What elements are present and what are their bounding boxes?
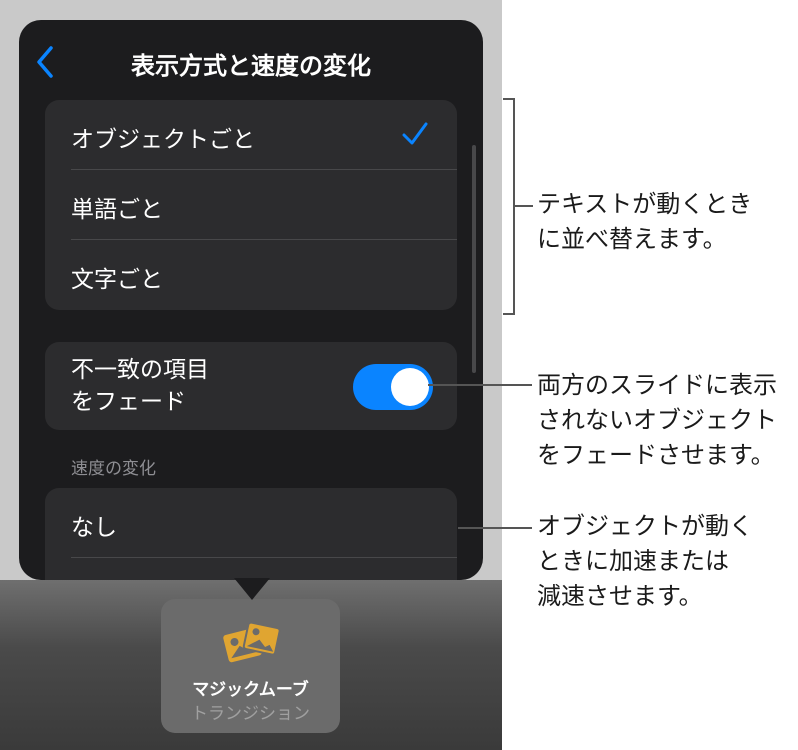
bracket-top [503, 98, 515, 100]
transitions-panel: マジックムーブ トランジション [0, 580, 502, 750]
option-label: なし [71, 515, 117, 541]
callout-speed: オブジェクトが動く ときに加速または 減速させます。 [537, 509, 753, 614]
photos-icon [223, 621, 281, 663]
callout-line: に並べ替えます。 [537, 225, 727, 253]
tile-category: トランジション [191, 704, 310, 724]
option-by-object[interactable]: オブジェクトごと [45, 100, 457, 170]
callout-fade: 両方のスライドに表示 されないオブジェクト をフェードさせます。 [537, 368, 777, 473]
transition-tile-magic-move[interactable]: マジックムーブ トランジション [161, 599, 340, 733]
callout-line: テキストが動くとき [537, 190, 753, 218]
tile-name: マジックムーブ [192, 680, 309, 700]
speed-option-none[interactable]: なし [45, 488, 457, 558]
speed-leader [458, 527, 532, 529]
callout-line: をフェードさせます。 [537, 441, 775, 469]
page-title: 表示方式と速度の変化 [131, 52, 371, 80]
option-label: 単語ごと [71, 197, 163, 223]
speed-options-group: なし [45, 488, 457, 580]
callout-line: オブジェクトが動く [537, 512, 753, 540]
callout-line: ときに加速または [537, 547, 729, 575]
popover: 表示方式と速度の変化 オブジェクトごと 単語ごと 文字ごと 不一致の項目 をフェ… [19, 20, 483, 580]
fade-group: 不一致の項目 をフェード [45, 342, 457, 430]
callout-line: 両方のスライドに表示 [537, 371, 777, 399]
bracket-bottom [503, 313, 515, 315]
device-screen: マジックムーブ トランジション 表示方式と速度の変化 オブジェクトごと 単語ごと [0, 0, 502, 750]
callout-delivery: テキストが動くとき に並べ替えます。 [537, 187, 752, 257]
callout-line: 減速させます。 [537, 582, 703, 610]
callout-line: されないオブジェクト [537, 406, 777, 434]
scroll-indicator[interactable] [472, 145, 476, 373]
bracket-leader [513, 205, 533, 207]
option-by-word[interactable]: 単語ごと [45, 170, 457, 240]
delivery-options-group: オブジェクトごと 単語ごと 文字ごと [45, 100, 457, 310]
fade-toggle[interactable] [353, 364, 433, 410]
nav-bar: 表示方式と速度の変化 [19, 20, 483, 100]
fade-label-line1: 不一致の項目 [71, 357, 209, 383]
checkmark-icon [402, 122, 428, 145]
speed-option-next[interactable] [45, 558, 457, 580]
option-by-character[interactable]: 文字ごと [45, 240, 457, 310]
option-label: オブジェクトごと [71, 127, 255, 153]
fade-label: 不一致の項目 をフェード [71, 354, 271, 418]
fade-label-line2: をフェード [71, 389, 186, 415]
toggle-knob [391, 368, 429, 406]
option-label: 文字ごと [71, 267, 163, 293]
speed-section-header: 速度の変化 [71, 459, 156, 479]
fade-leader [428, 384, 532, 386]
popover-arrow [234, 578, 270, 600]
